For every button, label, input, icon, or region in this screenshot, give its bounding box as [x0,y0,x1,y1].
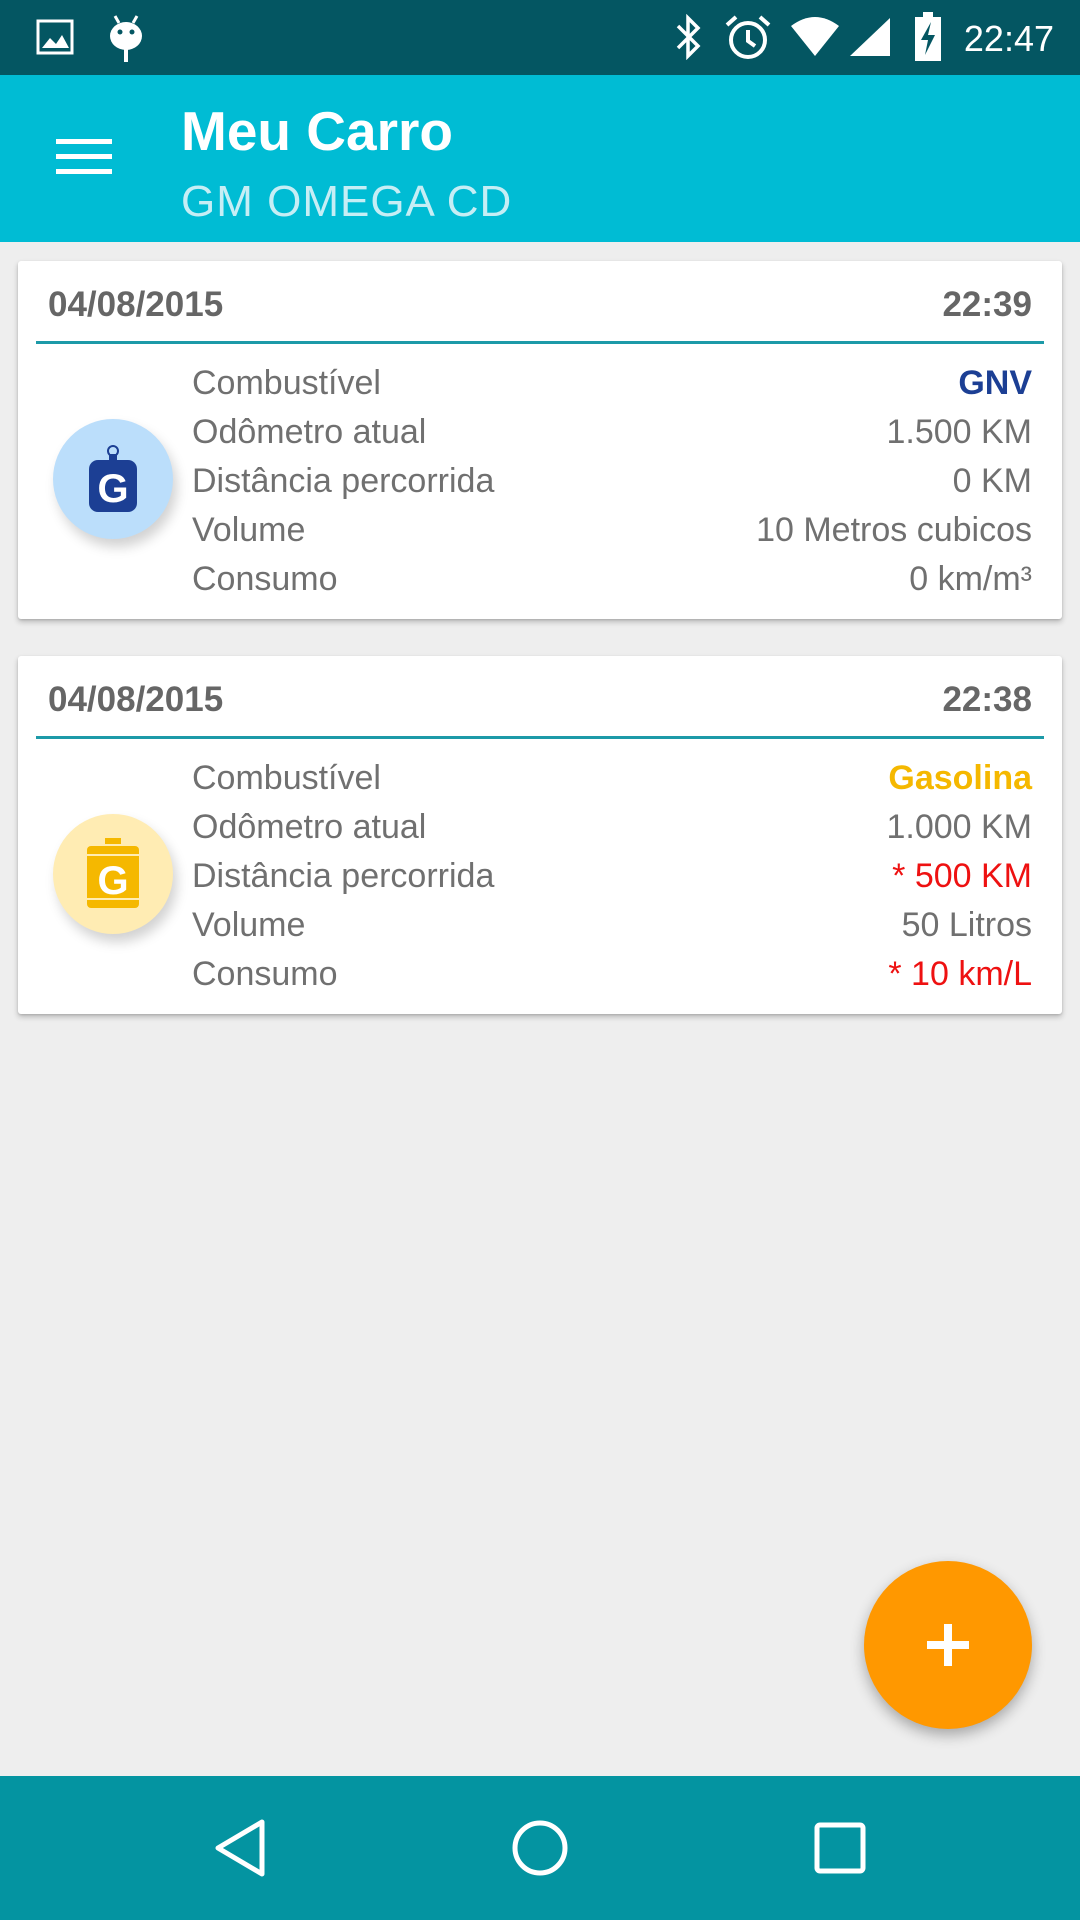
consumption-value: 0 km/m³ [909,560,1032,598]
recents-button[interactable] [790,1798,890,1898]
clock: 22:47 [963,18,1054,59]
detail-row: Volume 10 Metros cubicos [192,506,1032,555]
entry-details: Combustível Gasolina Odômetro atual 1.00… [192,754,1032,999]
home-icon [512,1820,568,1876]
card-header: 04/08/2015 22:39 [36,261,1044,344]
detail-row: Distância percorrida * 500 KM [192,852,1032,901]
detail-label: Volume [192,906,306,944]
signal-icon [850,18,890,56]
detail-row: Combustível Gasolina [192,754,1032,803]
fuel-type-avatar: G [53,814,173,934]
bluetooth-icon [676,14,701,60]
volume-value: 10 Metros cubicos [756,511,1032,549]
odometer-value: 1.500 KM [886,413,1032,451]
detail-row: Consumo 0 km/m³ [192,555,1032,604]
entry-date: 04/08/2015 [48,680,224,719]
plus-icon [927,1624,969,1666]
detail-row: Distância percorrida 0 KM [192,457,1032,506]
detail-label: Consumo [192,560,338,598]
fuel-entry-card[interactable]: 04/08/2015 22:38 G Combustível Gasolina … [18,656,1062,1014]
car-name: GM OMEGA CD [181,177,513,226]
consumption-value: * 10 km/L [888,955,1032,993]
detail-row: Combustível GNV [192,359,1032,408]
volume-value: 50 Litros [901,906,1032,944]
detail-row: Volume 50 Litros [192,901,1032,950]
menu-button[interactable] [38,117,130,197]
wifi-icon [791,17,839,56]
svg-text:G: G [97,859,128,903]
app-bar: Meu Carro GM OMEGA CD [0,75,1080,242]
fuel-type-value: GNV [958,364,1032,402]
detail-label: Distância percorrida [192,462,495,500]
fuel-entry-card[interactable]: 04/08/2015 22:39 G Combustível GNV Odôme… [18,261,1062,619]
navigation-bar [0,1776,1080,1920]
recents-icon [814,1822,866,1874]
odometer-value: 1.000 KM [886,808,1032,846]
back-button[interactable] [190,1798,290,1898]
home-button[interactable] [490,1798,590,1898]
entry-time: 22:39 [942,285,1032,324]
gasoline-canister-icon: G [87,838,139,908]
status-bar: 22:47 [0,0,1080,75]
page-title: Meu Carro [181,100,453,162]
detail-label: Odômetro atual [192,808,427,846]
alarm-icon [725,15,771,59]
gnv-cylinder-icon: G [89,445,137,512]
detail-label: Consumo [192,955,338,993]
detail-label: Volume [192,511,306,549]
entry-date: 04/08/2015 [48,285,224,324]
detail-row: Odômetro atual 1.500 KM [192,408,1032,457]
distance-value: 0 KM [952,462,1032,500]
detail-label: Combustível [192,759,381,797]
detail-row: Odômetro atual 1.000 KM [192,803,1032,852]
add-entry-button[interactable] [864,1561,1032,1729]
fuel-type-avatar: G [53,419,173,539]
card-header: 04/08/2015 22:38 [36,656,1044,739]
android-debug-icon [110,15,142,62]
svg-text:G: G [97,467,128,511]
menu-icon [56,139,112,174]
detail-label: Combustível [192,364,381,402]
entry-details: Combustível GNV Odômetro atual 1.500 KM … [192,359,1032,604]
image-icon [36,19,74,55]
entry-time: 22:38 [942,680,1032,719]
fuel-type-value: Gasolina [888,759,1032,797]
detail-row: Consumo * 10 km/L [192,950,1032,999]
detail-label: Distância percorrida [192,857,495,895]
distance-value: * 500 KM [892,857,1032,895]
battery-charging-icon [915,12,941,61]
detail-label: Odômetro atual [192,413,427,451]
back-icon [215,1819,265,1877]
